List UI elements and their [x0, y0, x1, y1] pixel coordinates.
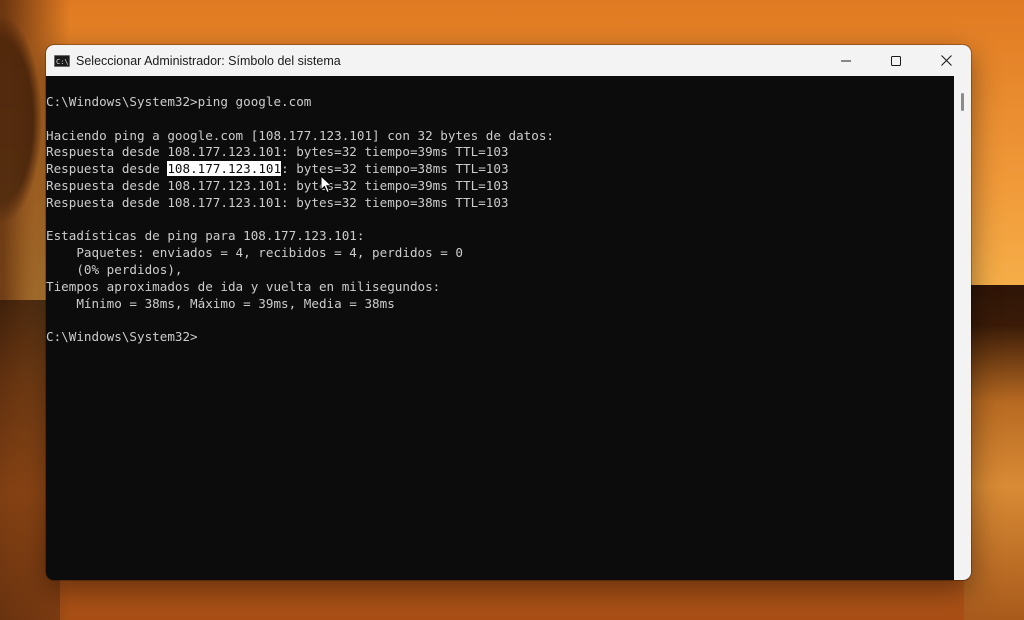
console-line: C:\Windows\System32>ping google.com — [46, 94, 312, 109]
console-line: Respuesta desde 108.177.123.101: bytes=3… — [46, 194, 509, 210]
close-icon — [940, 55, 952, 66]
console-lines: C:\Windows\System32>ping google.com Hacie… — [46, 94, 554, 346]
console-output[interactable]: C:\Windows\System32>ping google.com Hacie… — [46, 76, 954, 580]
wallpaper-shore-right — [964, 285, 1024, 620]
minimize-icon — [841, 60, 851, 61]
mouse-cursor-icon — [320, 175, 333, 194]
window-title: Seleccionar Administrador: Símbolo del s… — [76, 53, 341, 68]
close-button[interactable] — [921, 45, 971, 76]
cmd-icon: C:\ — [54, 54, 70, 67]
console-line: Haciendo ping a google.com [108.177.123.… — [46, 127, 554, 143]
scrollbar-thumb[interactable] — [961, 93, 964, 111]
console-line: Respuesta desde 108.177.123.101: bytes=3… — [46, 161, 554, 178]
command-prompt-window[interactable]: C:\ Seleccionar Administrador: Símbolo d… — [46, 45, 971, 580]
selected-text[interactable]: 108.177.123.101 — [167, 161, 282, 177]
console-line: (0% perdidos), — [46, 261, 183, 277]
console-text: : bytes=32 tiempo=38ms TTL=103 — [281, 161, 509, 177]
console-line: Mínimo = 38ms, Máximo = 39ms, Media = 38… — [46, 295, 395, 311]
title-bar[interactable]: C:\ Seleccionar Administrador: Símbolo d… — [46, 45, 971, 76]
console-text: Respuesta desde — [46, 161, 168, 177]
console-line: Tiempos aproximados de ida y vuelta en m… — [46, 278, 441, 294]
maximize-icon — [891, 55, 901, 66]
maximize-button[interactable] — [871, 45, 921, 76]
console-line: Respuesta desde 108.177.123.101: bytes=3… — [46, 177, 509, 193]
console-line: Paquetes: enviados = 4, recibidos = 4, p… — [46, 245, 464, 261]
window-controls — [821, 45, 971, 76]
minimize-button[interactable] — [821, 45, 871, 76]
console-line: Respuesta desde 108.177.123.101: bytes=3… — [46, 144, 509, 160]
desktop-wallpaper: C:\ Seleccionar Administrador: Símbolo d… — [0, 0, 1024, 620]
console-line: C:\Windows\System32> — [46, 329, 198, 345]
console-line: Estadísticas de ping para 108.177.123.10… — [46, 228, 365, 244]
vertical-scrollbar[interactable] — [954, 76, 971, 580]
